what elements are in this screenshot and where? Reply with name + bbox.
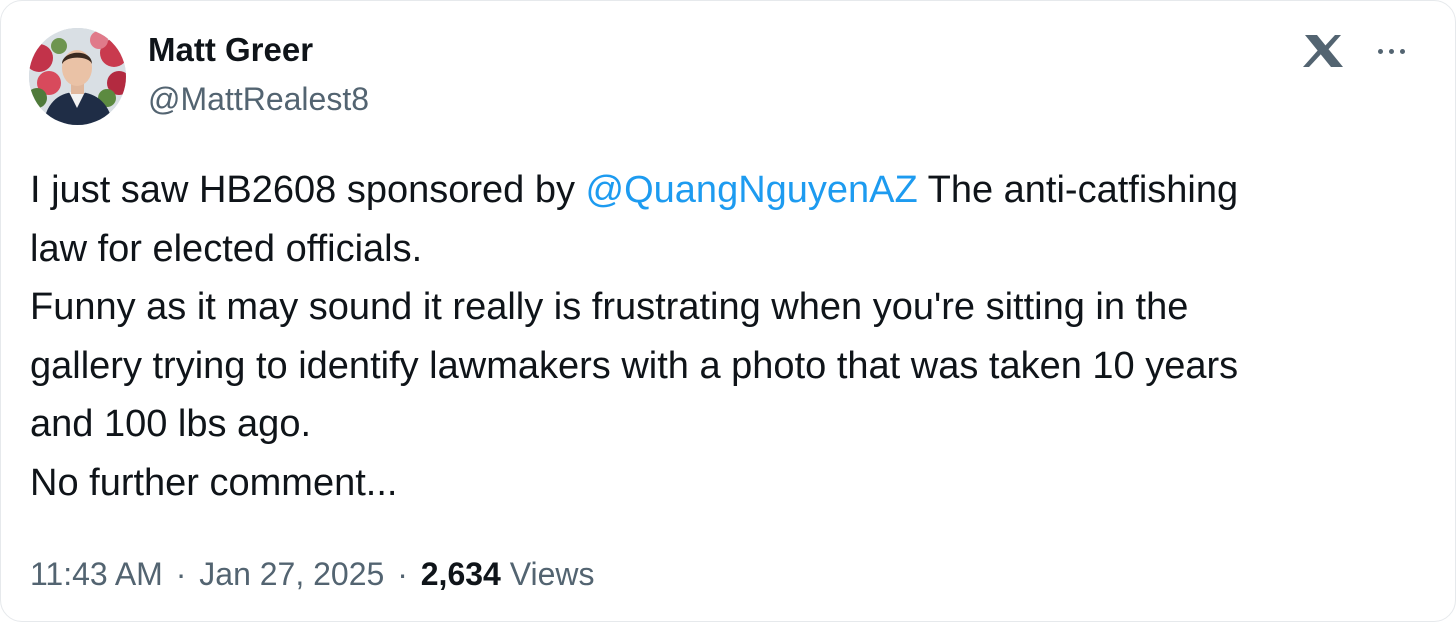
tweet-line-5: and 100 lbs ago. <box>30 403 312 446</box>
avatar[interactable] <box>29 28 126 125</box>
author-name[interactable]: Matt Greer <box>148 30 313 70</box>
tweet-text: I just saw HB2608 sponsored by @QuangNgu… <box>30 161 1430 513</box>
tweet-line-3: Funny as it may sound it really is frust… <box>30 286 1189 329</box>
views-label: Views <box>509 556 595 592</box>
x-logo-icon[interactable] <box>1301 31 1347 71</box>
tweet-card: Matt Greer @MattRealest8 I just saw HB26… <box>0 0 1456 622</box>
mention-link[interactable]: @QuangNguyenAZ <box>586 169 918 211</box>
tweet-line-1-prefix: I just saw HB2608 sponsored by <box>30 169 586 211</box>
tweet-meta: 11:43 AM · Jan 27, 2025 · 2,634 Views <box>30 552 595 596</box>
tweet-line-1-suffix: The anti-catfishing <box>917 169 1239 211</box>
tweet-time[interactable]: 11:43 AM <box>30 556 163 592</box>
tweet-line-6: No further comment... <box>30 461 398 504</box>
tweet-line-1: I just saw HB2608 sponsored by @QuangNgu… <box>30 161 1430 220</box>
author-handle[interactable]: @MattRealest8 <box>148 79 369 119</box>
more-options-button[interactable] <box>1363 33 1419 69</box>
more-horizontal-icon <box>1377 48 1383 54</box>
tweet-line-2: law for elected officials. <box>30 227 423 270</box>
views-count[interactable]: 2,634 <box>421 556 501 592</box>
meta-separator: · <box>397 556 408 592</box>
meta-separator: · <box>175 556 187 592</box>
tweet-line-4: gallery trying to identify lawmakers wit… <box>30 344 1239 387</box>
tweet-date[interactable]: Jan 27, 2025 <box>199 556 384 592</box>
avatar-image <box>29 28 126 125</box>
